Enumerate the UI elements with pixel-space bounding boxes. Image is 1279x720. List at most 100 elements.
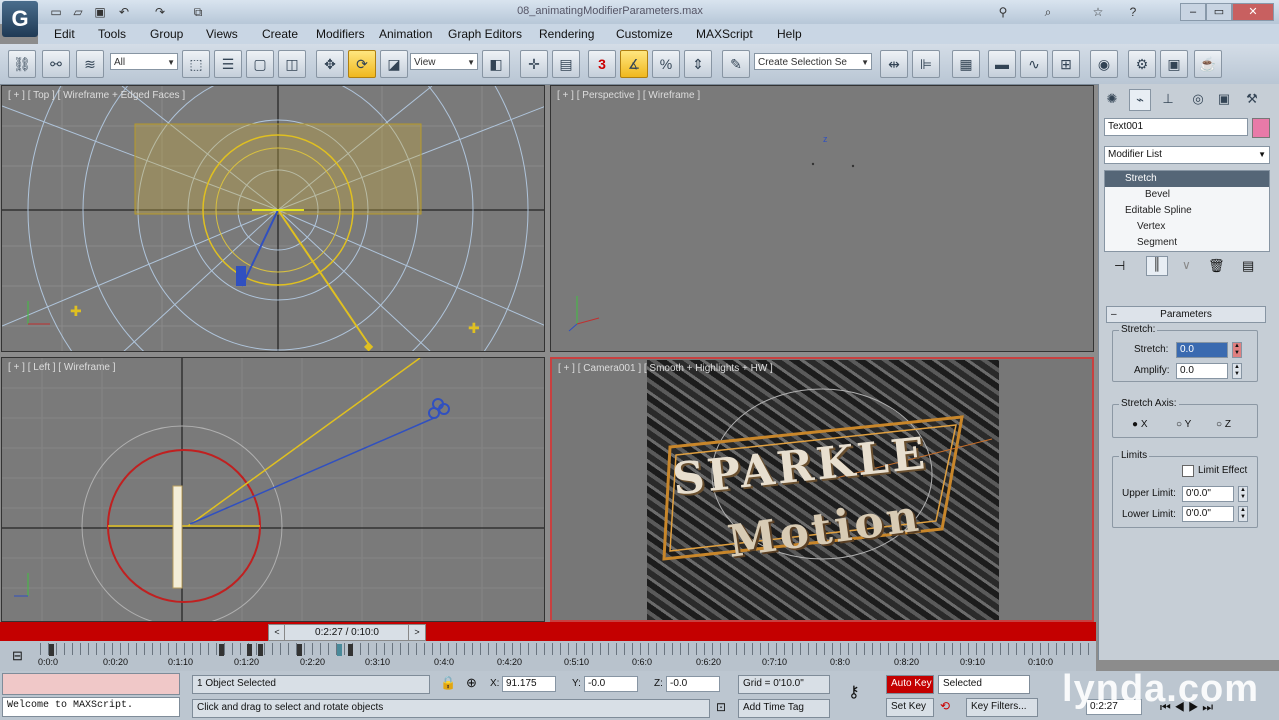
stack-item-vertex[interactable]: Vertex — [1105, 219, 1269, 235]
keyframe-marker[interactable] — [219, 644, 224, 656]
menu-tools[interactable]: Tools — [98, 27, 126, 41]
configure-modifier-sets-icon[interactable]: ▤ — [1242, 258, 1254, 274]
viewport-camera[interactable]: SPARKLE Motion [ + ] [ Camera001 ] [ Smo… — [550, 357, 1094, 622]
keyframe-marker[interactable] — [297, 644, 302, 656]
window-crossing-icon[interactable]: ◫ — [278, 50, 306, 78]
stack-item-editable-spline[interactable]: Editable Spline — [1105, 203, 1269, 219]
object-color-swatch[interactable] — [1252, 118, 1270, 138]
show-end-result-icon[interactable]: ║ — [1146, 256, 1168, 276]
restore-button[interactable]: ▭ — [1206, 3, 1232, 21]
application-button[interactable]: G — [2, 1, 38, 37]
set-key-button[interactable]: Set Key — [886, 698, 934, 717]
keyboard-shortcut-icon[interactable]: ▤ — [552, 50, 580, 78]
close-button[interactable]: ✕ — [1232, 3, 1274, 21]
link-icon[interactable]: ⛓ — [8, 50, 36, 78]
rotate-icon[interactable]: ⟳ — [348, 50, 376, 78]
ribbon-icon[interactable]: ▬ — [988, 50, 1016, 78]
menu-graph-editors[interactable]: Graph Editors — [448, 27, 522, 41]
menu-views[interactable]: Views — [206, 27, 238, 41]
axis-z-radio[interactable]: ○ Z — [1216, 419, 1231, 430]
selection-filter-dropdown[interactable]: All ▼ — [110, 53, 178, 70]
auto-key-button[interactable]: Auto Key — [886, 675, 934, 694]
lock-selection-icon[interactable]: 🔒 — [440, 675, 456, 691]
viewport-perspective[interactable]: z [ + ] [ Perspective ] [ Wireframe ] — [550, 85, 1094, 352]
redo-icon[interactable]: ↷ — [152, 4, 168, 20]
key-mode-icon[interactable]: ⟲ — [940, 699, 950, 713]
angle-snap-icon[interactable]: ∡ — [620, 50, 648, 78]
y-coord-field[interactable]: -0.0 — [584, 676, 638, 692]
reference-coordinate-dropdown[interactable]: View ▼ — [410, 53, 478, 70]
curve-editor-icon[interactable]: ∿ — [1020, 50, 1048, 78]
menu-modifiers[interactable]: Modifiers — [316, 27, 365, 41]
remove-modifier-icon[interactable]: 🗑 — [1208, 258, 1225, 274]
time-slider-track[interactable] — [0, 622, 1096, 641]
x-coord-field[interactable]: 91.175 — [502, 676, 556, 692]
modifier-stack[interactable]: Stretch Bevel Editable Spline Vertex Seg… — [1104, 170, 1270, 252]
select-by-name-icon[interactable]: ☰ — [214, 50, 242, 78]
parameters-rollout-header[interactable]: – Parameters — [1106, 306, 1266, 323]
stack-item-segment[interactable]: Segment — [1105, 235, 1269, 251]
open-icon[interactable]: ▱ — [70, 4, 86, 20]
align-icon[interactable]: ⊫ — [912, 50, 940, 78]
stretch-spinner-arrows[interactable]: ▲ ▼ — [1232, 342, 1242, 358]
minimize-button[interactable]: – — [1180, 3, 1206, 21]
render-setup-icon[interactable]: ⚙ — [1128, 50, 1156, 78]
absolute-mode-icon[interactable]: ⊕ — [466, 675, 477, 691]
lower-limit-arrows[interactable]: ▲ ▼ — [1238, 506, 1248, 522]
utilities-tab-icon[interactable]: ⚒ — [1242, 89, 1262, 109]
motion-tab-icon[interactable]: ◎ — [1188, 89, 1208, 109]
object-name-field[interactable]: Text001 — [1104, 118, 1248, 136]
key-filters-button[interactable]: Key Filters... — [966, 698, 1038, 717]
render-production-icon[interactable]: ☕ — [1194, 50, 1222, 78]
select-manipulate-icon[interactable]: ✛ — [520, 50, 548, 78]
project-icon[interactable]: ⧉ — [190, 4, 206, 20]
spinner-snap-icon[interactable]: ⇕ — [684, 50, 712, 78]
search-icon[interactable]: ⌕ — [1040, 4, 1056, 20]
stack-item-bevel[interactable]: Bevel — [1105, 187, 1269, 203]
bind-space-warp-icon[interactable]: ≋ — [76, 50, 104, 78]
menu-create[interactable]: Create — [262, 27, 298, 41]
keyframe-marker[interactable] — [247, 644, 252, 656]
time-slider-thumb[interactable]: 0:2:27 / 0:10:0 — [284, 624, 410, 641]
undo-icon[interactable]: ↶ — [116, 4, 132, 20]
edit-named-selection-icon[interactable]: ✎ — [722, 50, 750, 78]
make-unique-icon[interactable]: ∨ — [1182, 258, 1191, 272]
time-slider-next-button[interactable]: > — [408, 624, 426, 641]
help-icon[interactable]: ? — [1125, 4, 1141, 20]
time-tag-icon[interactable]: ⊡ — [716, 700, 726, 714]
viewport-top-label[interactable]: [ + ] [ Top ] [ Wireframe + Edged Faces … — [8, 90, 185, 101]
current-frame-marker[interactable] — [337, 644, 342, 656]
selected-dropdown[interactable]: Selected — [938, 675, 1030, 694]
keyframe-marker[interactable] — [348, 644, 353, 656]
pivot-center-icon[interactable]: ◧ — [482, 50, 510, 78]
snap-toggle-icon[interactable]: 3 — [588, 50, 616, 78]
add-time-tag-button[interactable]: Add Time Tag — [738, 699, 830, 718]
keyframe-marker[interactable] — [49, 644, 54, 656]
hierarchy-tab-icon[interactable]: ⊥ — [1158, 89, 1178, 109]
menu-help[interactable]: Help — [777, 27, 802, 41]
amplify-spinner-arrows[interactable]: ▲ ▼ — [1232, 363, 1242, 379]
material-editor-icon[interactable]: ◉ — [1090, 50, 1118, 78]
axis-y-radio[interactable]: ○ Y — [1176, 419, 1191, 430]
menu-maxscript[interactable]: MAXScript — [696, 27, 753, 41]
rectangular-selection-icon[interactable]: ▢ — [246, 50, 274, 78]
viewport-left[interactable]: [ + ] [ Left ] [ Wireframe ] — [1, 357, 545, 622]
set-key-icon[interactable]: ⚷ — [848, 682, 860, 702]
mini-curve-editor-icon[interactable]: ⊟ — [12, 648, 23, 664]
viewport-top[interactable]: ✚ ✚ ◆ [ + ] [ Top ] [ Wireframe + Edged … — [1, 85, 545, 352]
display-tab-icon[interactable]: ▣ — [1214, 89, 1234, 109]
mirror-icon[interactable]: ⇹ — [880, 50, 908, 78]
viewport-left-label[interactable]: [ + ] [ Left ] [ Wireframe ] — [8, 362, 116, 373]
amplify-spinner-field[interactable]: 0.0 — [1176, 363, 1228, 379]
stretch-spinner-field[interactable]: 0.0 — [1176, 342, 1228, 358]
menu-group[interactable]: Group — [150, 27, 183, 41]
move-icon[interactable]: ✥ — [316, 50, 344, 78]
scale-icon[interactable]: ◪ — [380, 50, 408, 78]
layer-manager-icon[interactable]: ▦ — [952, 50, 980, 78]
upper-limit-arrows[interactable]: ▲ ▼ — [1238, 486, 1248, 502]
z-coord-field[interactable]: -0.0 — [666, 676, 720, 692]
create-tab-icon[interactable]: ✺ — [1102, 89, 1122, 109]
upper-limit-field[interactable]: 0'0.0" — [1182, 486, 1234, 502]
new-icon[interactable]: ▭ — [48, 4, 64, 20]
unlink-icon[interactable]: ⚯ — [42, 50, 70, 78]
